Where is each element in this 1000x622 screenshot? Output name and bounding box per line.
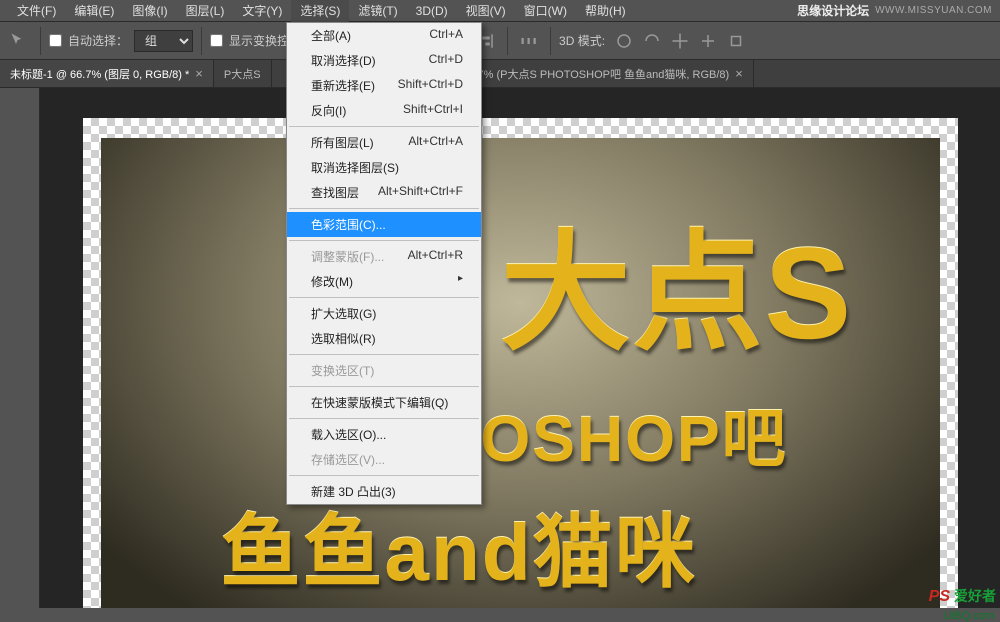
watermark-url: WWW.MISSYUAN.COM xyxy=(875,5,992,16)
menu-item-all[interactable]: 全部(A)Ctrl+A xyxy=(287,23,481,48)
menu-item-load-selection[interactable]: 载入选区(O)... xyxy=(287,422,481,447)
menu-view[interactable]: 视图(V) xyxy=(457,0,515,22)
menu-item-reselect[interactable]: 重新选择(E)Shift+Ctrl+D xyxy=(287,73,481,98)
menu-item-all-layers[interactable]: 所有图层(L)Alt+Ctrl+A xyxy=(287,130,481,155)
tab-label: 未标题-1 @ 66.7% (图层 0, RGB/8) * xyxy=(10,66,189,82)
menu-image[interactable]: 图像(I) xyxy=(123,0,176,22)
auto-select-checkbox[interactable] xyxy=(49,34,62,47)
menu-divider xyxy=(289,208,479,209)
mode-3d-label: 3D 模式: xyxy=(559,32,605,49)
menu-divider xyxy=(289,418,479,419)
menu-divider xyxy=(289,297,479,298)
tab-p-big-s-right[interactable]: 7% (P大点S PHOTOSHOP吧 鱼鱼and猫咪, RGB/8) × xyxy=(468,60,754,87)
roll-3d-icon[interactable] xyxy=(639,28,665,54)
render-text-line3: 鱼鱼and猫咪 xyxy=(221,488,697,604)
menu-divider xyxy=(289,475,479,476)
menu-3d[interactable]: 3D(D) xyxy=(407,1,457,21)
tab-p-big-s-left[interactable]: P大点S xyxy=(214,60,272,87)
show-transform-checkbox[interactable] xyxy=(210,34,223,47)
workspace: 大点S OSHOP吧 鱼鱼and猫咪 xyxy=(0,88,1000,608)
tab-label: P大点S xyxy=(224,66,261,82)
menu-item-new-3d-extrusion[interactable]: 新建 3D 凸出(3) xyxy=(287,479,481,504)
move-tool-icon[interactable] xyxy=(6,28,32,54)
menu-file[interactable]: 文件(F) xyxy=(8,0,65,22)
corner-site: UiBQ.com xyxy=(944,610,994,622)
scale-3d-icon[interactable] xyxy=(723,28,749,54)
canvas-area[interactable]: 大点S OSHOP吧 鱼鱼and猫咪 xyxy=(40,88,1000,608)
distribute-h-icon[interactable] xyxy=(516,28,542,54)
menu-divider xyxy=(289,386,479,387)
render-text-line2: OSHOP吧 xyxy=(481,388,788,480)
menu-divider xyxy=(289,126,479,127)
menu-type[interactable]: 文字(Y) xyxy=(233,0,291,22)
rendered-image: 大点S OSHOP吧 鱼鱼and猫咪 xyxy=(101,138,940,608)
menu-edit[interactable]: 编辑(E) xyxy=(65,0,123,22)
menu-item-quick-mask[interactable]: 在快速蒙版模式下编辑(Q) xyxy=(287,390,481,415)
menu-item-inverse[interactable]: 反向(I)Shift+Ctrl+I xyxy=(287,98,481,123)
auto-select-label: 自动选择： xyxy=(68,32,128,49)
slide-3d-icon[interactable] xyxy=(695,28,721,54)
menu-item-grow[interactable]: 扩大选取(G) xyxy=(287,301,481,326)
pan-3d-icon[interactable] xyxy=(667,28,693,54)
select-menu-dropdown: 全部(A)Ctrl+A 取消选择(D)Ctrl+D 重新选择(E)Shift+C… xyxy=(286,22,482,505)
corner-text: 爱好者 xyxy=(954,586,996,606)
menu-item-color-range[interactable]: 色彩范围(C)... xyxy=(287,212,481,237)
menu-item-modify[interactable]: 修改(M) xyxy=(287,269,481,294)
menu-layer[interactable]: 图层(L) xyxy=(177,0,234,22)
menu-filter[interactable]: 滤镜(T) xyxy=(349,0,406,22)
close-icon[interactable]: × xyxy=(735,66,743,81)
menu-item-similar[interactable]: 选取相似(R) xyxy=(287,326,481,351)
menu-item-deselect[interactable]: 取消选择(D)Ctrl+D xyxy=(287,48,481,73)
menu-window[interactable]: 窗口(W) xyxy=(515,0,576,22)
tab-label: 7% (P大点S PHOTOSHOP吧 鱼鱼and猫咪, RGB/8) xyxy=(478,66,730,82)
tab-untitled[interactable]: 未标题-1 @ 66.7% (图层 0, RGB/8) * × xyxy=(0,60,214,87)
menu-divider xyxy=(289,354,479,355)
menu-help[interactable]: 帮助(H) xyxy=(576,0,635,22)
menu-item-refine-mask: 调整蒙版(F)...Alt+Ctrl+R xyxy=(287,244,481,269)
corner-brand: PS 爱好者 xyxy=(929,586,996,606)
menu-item-save-selection: 存储选区(V)... xyxy=(287,447,481,472)
options-bar: 自动选择： 组 显示变换控件 3D 模式: xyxy=(0,22,1000,60)
corner-ps: PS xyxy=(929,588,950,606)
auto-select-dropdown[interactable]: 组 xyxy=(134,30,193,52)
menu-item-deselect-layers[interactable]: 取消选择图层(S) xyxy=(287,155,481,180)
close-icon[interactable]: × xyxy=(195,66,203,81)
menu-select[interactable]: 选择(S) xyxy=(291,0,349,22)
watermark: 思缘设计论坛 WWW.MISSYUAN.COM xyxy=(797,2,992,19)
menu-divider xyxy=(289,240,479,241)
canvas: 大点S OSHOP吧 鱼鱼and猫咪 xyxy=(83,118,958,608)
menu-item-find-layers[interactable]: 查找图层Alt+Shift+Ctrl+F xyxy=(287,180,481,205)
document-tabs: 未标题-1 @ 66.7% (图层 0, RGB/8) * × P大点S 7% … xyxy=(0,60,1000,88)
watermark-logo: 思缘设计论坛 xyxy=(797,2,869,19)
tools-panel[interactable] xyxy=(0,88,40,608)
orbit-3d-icon[interactable] xyxy=(611,28,637,54)
mode-3d-icons xyxy=(611,28,749,54)
menu-item-transform-selection: 变换选区(T) xyxy=(287,358,481,383)
render-text-line1: 大点S xyxy=(501,188,854,376)
